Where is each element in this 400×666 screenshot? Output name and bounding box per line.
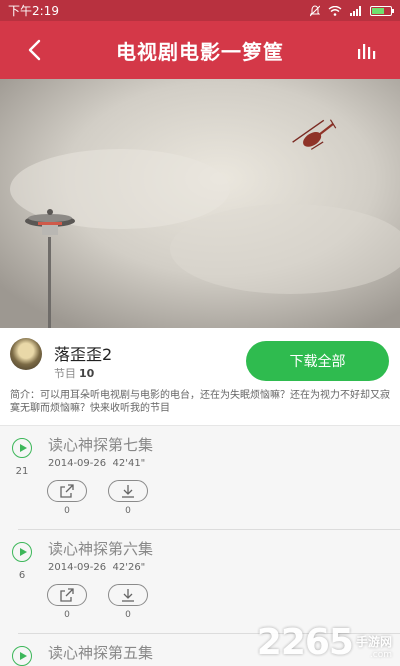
program-label: 节目 bbox=[54, 367, 76, 380]
download-count: 0 bbox=[125, 610, 131, 620]
share-icon bbox=[60, 588, 74, 602]
episode-date: 2014-09-26 bbox=[48, 562, 107, 573]
wifi-icon bbox=[328, 5, 342, 16]
download-all-button[interactable]: 下载全部 bbox=[246, 341, 389, 381]
episode-title[interactable]: 读心神探第五集 bbox=[48, 642, 153, 663]
episode-duration: 42'26" bbox=[112, 562, 146, 573]
download-count: 0 bbox=[125, 506, 131, 516]
title-bar: 电视剧电影一箩筐 bbox=[0, 21, 400, 79]
share-count: 0 bbox=[64, 506, 70, 516]
cover-photo-illustration bbox=[0, 79, 400, 328]
download-icon bbox=[122, 589, 134, 602]
site-watermark: 2265 手游网 .com bbox=[256, 622, 392, 663]
watermark-suffix: 手游网 .com bbox=[356, 633, 392, 660]
avatar[interactable] bbox=[10, 338, 42, 370]
signal-icon bbox=[350, 5, 361, 16]
notification-mute-icon bbox=[310, 4, 320, 16]
share-icon bbox=[60, 484, 74, 498]
status-bar: 下午2:19 bbox=[0, 0, 400, 21]
play-icon[interactable] bbox=[12, 438, 32, 458]
podcast-info: 落歪歪2 节目 10 下载全部 简介：可以用耳朵听电视剧与电影的电台，还在为失眠烦… bbox=[0, 328, 400, 426]
share-button[interactable] bbox=[47, 480, 87, 502]
episode-item[interactable]: 6 读心神探第六集 2014-09-26 42'26" 0 0 bbox=[0, 530, 400, 634]
watermark-number: 2265 bbox=[256, 622, 354, 663]
episode-title[interactable]: 读心神探第六集 bbox=[48, 538, 153, 559]
download-button[interactable] bbox=[108, 584, 148, 606]
watermark-cn: 手游网 bbox=[355, 635, 392, 649]
share-button[interactable] bbox=[47, 584, 87, 606]
episode-item[interactable]: 21 读心神探第七集 2014-09-26 42'41" 0 0 bbox=[0, 426, 400, 530]
watermark-domain: .com bbox=[369, 650, 392, 660]
play-icon[interactable] bbox=[12, 646, 32, 666]
program-count-value: 10 bbox=[79, 367, 95, 380]
episode-title[interactable]: 读心神探第七集 bbox=[48, 434, 153, 455]
episode-play-count: 21 bbox=[15, 466, 29, 477]
podcast-name: 落歪歪2 bbox=[54, 345, 113, 364]
download-button[interactable] bbox=[108, 480, 148, 502]
podcast-description: 简介：可以用耳朵听电视剧与电影的电台，还在为失眠烦恼嘛？还在为视力不好却又寂寞无… bbox=[10, 390, 390, 414]
episode-date: 2014-09-26 bbox=[48, 458, 107, 469]
episode-meta: 2014-09-26 42'26" bbox=[48, 562, 145, 573]
back-button[interactable] bbox=[20, 36, 48, 64]
share-count: 0 bbox=[64, 610, 70, 620]
battery-icon bbox=[370, 5, 394, 16]
download-icon bbox=[122, 485, 134, 498]
cover-image bbox=[0, 79, 400, 328]
episode-duration: 42'41" bbox=[112, 458, 146, 469]
episode-play-count: 6 bbox=[18, 570, 26, 581]
status-time: 下午2:19 bbox=[8, 4, 59, 18]
chevron-left-icon bbox=[28, 39, 41, 61]
program-count: 节目 10 bbox=[54, 365, 94, 381]
episode-meta: 2014-09-26 42'41" bbox=[48, 458, 145, 469]
play-icon[interactable] bbox=[12, 542, 32, 562]
equalizer-icon[interactable] bbox=[356, 38, 380, 62]
system-icons bbox=[310, 4, 394, 17]
page-title: 电视剧电影一箩筐 bbox=[116, 39, 284, 64]
